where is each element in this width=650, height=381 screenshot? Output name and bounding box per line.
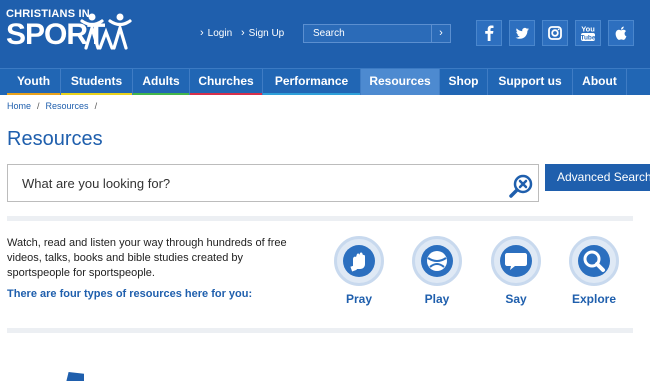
apple-icon[interactable]	[608, 20, 634, 46]
resource-type-say[interactable]: Say	[486, 236, 546, 311]
resource-type-explore[interactable]: Explore	[564, 236, 624, 311]
logo-figures-icon	[80, 13, 132, 50]
resource-label: Pray	[345, 292, 373, 306]
search-icon[interactable]	[508, 173, 534, 199]
breadcrumb-home[interactable]: Home	[7, 101, 31, 111]
instagram-icon[interactable]	[542, 20, 568, 46]
four-types-text: There are four types of resources here f…	[7, 288, 253, 300]
twitter-icon[interactable]	[509, 20, 535, 46]
breadcrumb-resources[interactable]: Resources	[46, 101, 89, 111]
page-title: Resources	[7, 128, 103, 150]
play-circle	[412, 236, 462, 286]
resource-search-input[interactable]	[8, 165, 488, 201]
speech-bubble-icon	[500, 245, 532, 277]
partial-logo-graphic	[66, 372, 84, 381]
resource-search	[7, 164, 539, 202]
resource-label: Play	[424, 292, 450, 306]
nav-underline	[133, 93, 189, 95]
nav-underline	[263, 93, 360, 95]
resource-label: Say	[505, 292, 527, 306]
facebook-icon[interactable]	[476, 20, 502, 46]
say-circle	[491, 236, 541, 286]
nav-label: Performance	[274, 74, 349, 88]
nav-item-about[interactable]: About	[573, 69, 627, 95]
chevron-right-icon: ›	[241, 27, 245, 39]
chevron-right-icon: ›	[200, 27, 204, 39]
nav-underline	[7, 93, 60, 95]
chevron-right-icon: ›	[439, 27, 443, 39]
main-nav: Youth Students Adults Churches Performan…	[0, 68, 650, 95]
resource-label: Explore	[571, 292, 616, 306]
nav-label: About	[582, 74, 617, 88]
nav-label: Students	[70, 74, 123, 88]
nav-label: Adults	[142, 74, 180, 88]
pray-circle	[334, 236, 384, 286]
nav-item-students[interactable]: Students	[61, 69, 133, 95]
header-search: ›	[303, 24, 451, 43]
site-header: CHRISTIANS IN SPORT ›Login ›Sign Up ›	[0, 0, 650, 68]
praying-hands-icon	[343, 245, 375, 277]
svg-text:Tube: Tube	[580, 34, 595, 41]
breadcrumb-separator: /	[37, 101, 40, 111]
nav-item-resources[interactable]: Resources	[361, 69, 440, 95]
nav-item-churches[interactable]: Churches	[190, 69, 263, 95]
divider	[7, 328, 633, 333]
signup-label: Sign Up	[248, 28, 285, 39]
nav-label: Shop	[448, 74, 479, 88]
nav-label: Resources	[369, 74, 431, 88]
nav-label: Support us	[498, 74, 562, 88]
nav-item-youth[interactable]: Youth	[7, 69, 61, 95]
signup-link[interactable]: › Sign Up	[241, 27, 284, 39]
breadcrumb-separator: /	[94, 101, 98, 111]
resource-type-play[interactable]: Play	[407, 236, 467, 311]
nav-underline	[61, 93, 132, 95]
nav-underline	[190, 93, 262, 95]
nav-item-support-us[interactable]: Support us	[488, 69, 573, 95]
nav-label: Churches	[198, 74, 254, 88]
ball-icon	[421, 245, 453, 277]
nav-item-shop[interactable]: Shop	[440, 69, 488, 95]
youtube-icon[interactable]: You Tube	[575, 20, 601, 46]
magnifier-icon	[578, 245, 610, 277]
site-logo[interactable]: CHRISTIANS IN SPORT	[6, 8, 136, 56]
divider	[7, 216, 633, 221]
advanced-search-button[interactable]: Advanced Search	[545, 164, 650, 191]
nav-item-performance[interactable]: Performance	[263, 69, 361, 95]
header-search-button[interactable]: ›	[431, 25, 450, 42]
nav-label: Youth	[16, 74, 51, 88]
svg-text:You: You	[581, 25, 595, 34]
resource-type-pray[interactable]: Pray	[329, 236, 389, 311]
explore-circle	[569, 236, 619, 286]
intro-text: Watch, read and listen your way through …	[7, 237, 287, 279]
nav-item-adults[interactable]: Adults	[133, 69, 190, 95]
login-label: Login	[207, 28, 233, 39]
login-link[interactable]: › Login	[200, 27, 232, 39]
header-search-input[interactable]	[304, 25, 432, 42]
breadcrumb: Home / Resources /	[7, 101, 103, 111]
